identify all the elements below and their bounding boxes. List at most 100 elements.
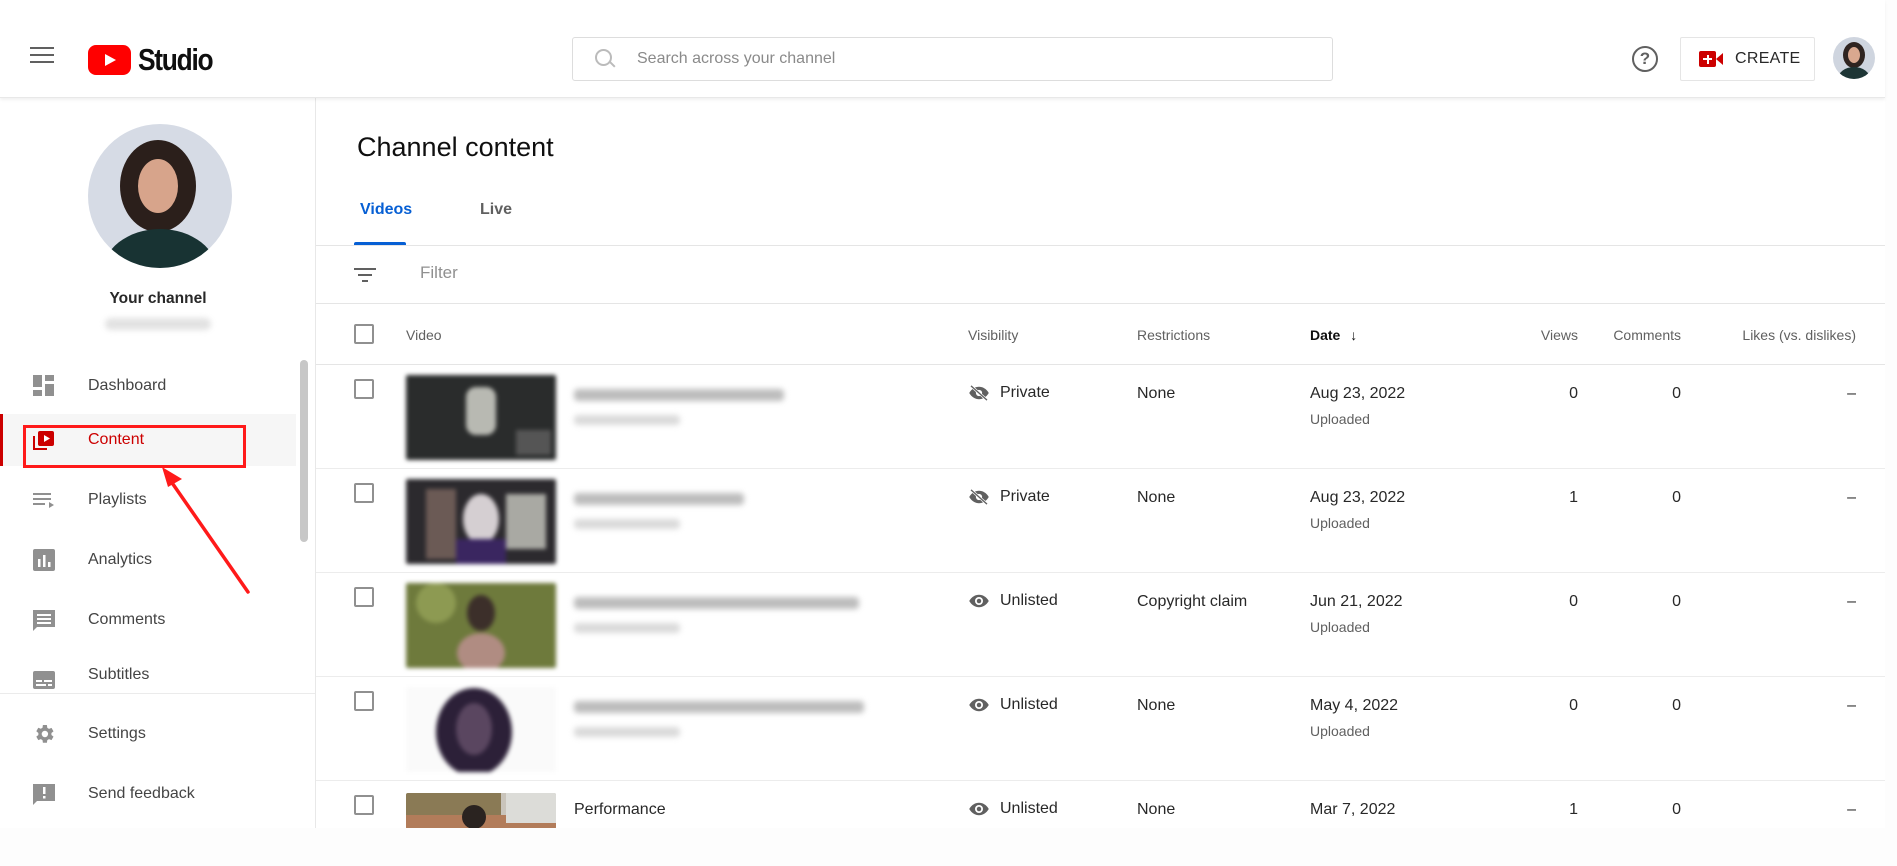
create-button[interactable]: CREATE [1680, 37, 1815, 81]
column-views[interactable]: Views [1518, 327, 1578, 343]
visibility-label: Unlisted [1000, 592, 1058, 609]
search-icon [593, 47, 617, 71]
column-restrictions[interactable]: Restrictions [1137, 327, 1210, 343]
menu-icon[interactable] [30, 47, 54, 65]
subtitles-icon [33, 671, 55, 689]
row-checkbox[interactable] [354, 379, 374, 399]
date-cell: Aug 23, 2022 [1310, 489, 1406, 506]
tab-live[interactable]: Live [480, 201, 512, 243]
sidebar-item-dashboard[interactable]: Dashboard [0, 360, 300, 412]
filter-icon[interactable] [354, 268, 376, 284]
search-bar[interactable] [572, 37, 1333, 81]
video-title-redacted[interactable] [574, 493, 744, 505]
visibility-label: Private [1000, 384, 1050, 401]
date-cell: Aug 23, 2022 [1310, 385, 1406, 402]
help-icon[interactable]: ? [1632, 46, 1658, 72]
select-all-checkbox[interactable] [354, 324, 374, 344]
sidebar-item-subtitles[interactable]: Subtitles [0, 654, 300, 692]
channel-avatar[interactable] [88, 124, 232, 268]
video-title[interactable]: Performance [574, 801, 666, 819]
analytics-icon [33, 549, 55, 571]
page-title: Channel content [357, 132, 554, 162]
thumbnail-image [406, 479, 556, 564]
visibility-cell[interactable]: Unlisted [968, 592, 1058, 610]
sidebar-item-settings[interactable]: Settings [0, 708, 300, 760]
video-thumbnail[interactable] [406, 687, 556, 772]
sidebar: Your channel Dashboard Content Playlists… [0, 98, 316, 828]
video-description-redacted [574, 415, 680, 425]
feedback-icon [33, 784, 55, 805]
filter-input[interactable] [420, 263, 1820, 283]
table-row[interactable]: Private None Aug 23, 2022 Uploaded 1 0 – [316, 469, 1885, 573]
likes-cell: – [1847, 697, 1856, 714]
sidebar-item-send-feedback[interactable]: Send feedback [0, 768, 300, 820]
sidebar-divider [0, 693, 315, 694]
date-status: Uploaded [1310, 515, 1370, 531]
thumbnail-image [406, 375, 556, 460]
account-avatar[interactable] [1833, 37, 1875, 79]
column-comments[interactable]: Comments [1581, 327, 1681, 343]
eye-icon [969, 594, 989, 608]
visibility-cell[interactable]: Private [968, 488, 1050, 506]
nav-label: Dashboard [88, 377, 167, 394]
video-thumbnail[interactable] [406, 583, 556, 668]
sort-arrow-down-icon: ↓ [1350, 327, 1358, 343]
visibility-label: Private [1000, 488, 1050, 505]
video-thumbnail[interactable] [406, 479, 556, 564]
sidebar-item-playlists[interactable]: Playlists [0, 474, 300, 526]
search-input[interactable] [637, 50, 1317, 68]
youtube-play-icon [88, 45, 131, 75]
date-cell: Jun 21, 2022 [1310, 593, 1403, 610]
thumbnail-image [406, 583, 556, 668]
eye-icon [969, 698, 989, 712]
views-cell: 0 [1569, 385, 1578, 402]
row-checkbox[interactable] [354, 795, 374, 815]
restrictions-cell: None [1137, 801, 1176, 818]
restrictions-cell: None [1137, 697, 1176, 714]
video-description-redacted [574, 519, 680, 529]
tab-videos[interactable]: Videos [360, 201, 412, 243]
content-icon [33, 431, 54, 450]
views-cell: 0 [1569, 593, 1578, 610]
video-title-redacted[interactable] [574, 597, 859, 609]
sidebar-item-comments[interactable]: Comments [0, 594, 300, 646]
main-content: Channel content Videos Live Video Visibi… [316, 98, 1885, 828]
studio-logo[interactable]: Studio [88, 42, 225, 78]
video-title-redacted[interactable] [574, 389, 784, 401]
likes-cell: – [1847, 801, 1856, 818]
video-thumbnail[interactable] [406, 375, 556, 460]
table-row[interactable]: Unlisted None May 4, 2022 Uploaded 0 0 – [316, 677, 1885, 781]
column-visibility[interactable]: Visibility [968, 327, 1018, 343]
nav-label: Subtitles [88, 666, 150, 683]
video-thumbnail[interactable] [406, 793, 556, 828]
your-channel-label: Your channel [109, 290, 207, 307]
video-description-redacted [574, 727, 680, 737]
row-checkbox[interactable] [354, 691, 374, 711]
column-date[interactable]: Date ↓ [1310, 327, 1357, 343]
column-video: Video [406, 327, 442, 343]
create-label: CREATE [1735, 50, 1801, 67]
date-cell: Mar 7, 2022 [1310, 801, 1396, 818]
sidebar-scrollbar[interactable] [300, 360, 308, 542]
visibility-cell[interactable]: Unlisted [968, 800, 1058, 818]
comments-cell: 0 [1672, 489, 1681, 506]
sidebar-item-analytics[interactable]: Analytics [0, 534, 300, 586]
table-row[interactable]: Private None Aug 23, 2022 Uploaded 0 0 – [316, 365, 1885, 469]
date-status: Uploaded [1310, 411, 1370, 427]
visibility-cell[interactable]: Unlisted [968, 696, 1058, 714]
channel-avatar-image [88, 124, 232, 268]
visibility-cell[interactable]: Private [968, 384, 1050, 402]
settings-icon [36, 725, 54, 743]
row-checkbox[interactable] [354, 483, 374, 503]
row-checkbox[interactable] [354, 587, 374, 607]
nav-label: Send feedback [88, 785, 195, 802]
restrictions-cell[interactable]: Copyright claim [1137, 593, 1247, 611]
video-title-redacted[interactable] [574, 701, 864, 713]
column-likes[interactable]: Likes (vs. dislikes) [1696, 327, 1856, 343]
sidebar-item-content[interactable]: Content [0, 414, 296, 466]
likes-cell: – [1847, 593, 1856, 610]
youtube-studio-app: Studio ? CREATE [0, 0, 1885, 828]
likes-cell: – [1847, 489, 1856, 506]
table-row[interactable]: Unlisted Copyright claim Jun 21, 2022 Up… [316, 573, 1885, 677]
table-row[interactable]: Performance Unlisted None Mar 7, 2022 1 … [316, 781, 1885, 828]
